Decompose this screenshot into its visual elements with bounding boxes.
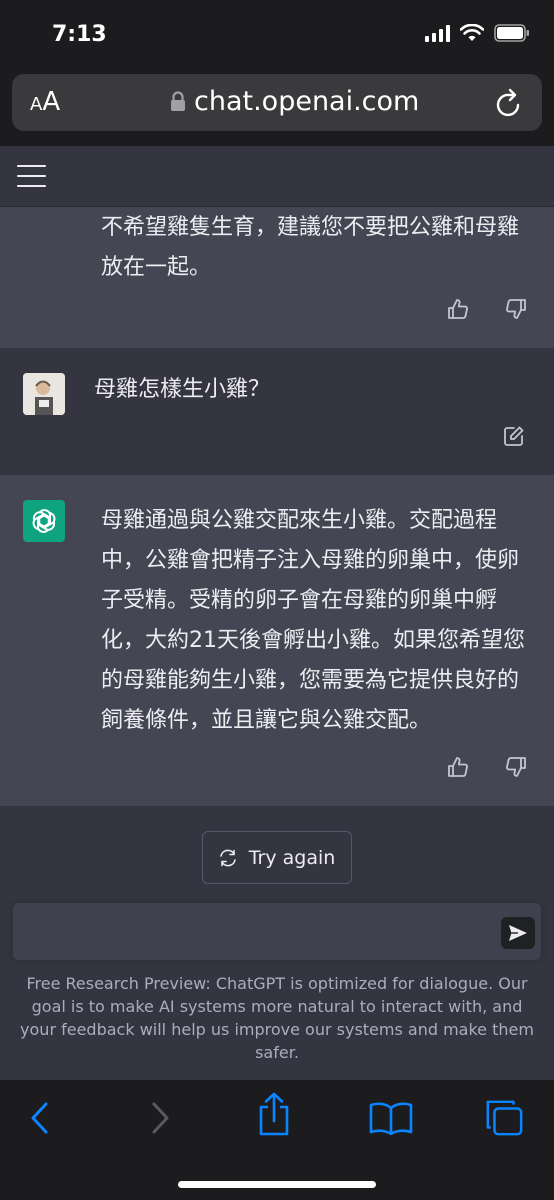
- url-display[interactable]: chat.openai.com: [170, 86, 419, 117]
- address-bar[interactable]: AA chat.openai.com: [12, 74, 542, 131]
- forward-icon: [152, 1102, 169, 1134]
- send-button[interactable]: [501, 917, 535, 949]
- assistant-message: 母雞通過與公雞交配來生小雞。交配過程中，公雞會把精子注入母雞的卵巢中，使卵子受精…: [0, 475, 554, 806]
- tabs-button[interactable]: [484, 1098, 524, 1138]
- feedback-buttons: [446, 755, 528, 779]
- tabs-icon: [486, 1100, 523, 1136]
- reader-options-button[interactable]: AA: [30, 87, 60, 117]
- home-indicator: [178, 1181, 376, 1188]
- message-text: 母雞通過與公雞交配來生小雞。交配過程中，公雞會把精子注入母雞的卵巢中，使卵子受精…: [101, 508, 525, 733]
- assistant-message-previous: 不希望雞隻生育，建議您不要把公雞和母雞放在一起。: [0, 207, 554, 348]
- cellular-signal-icon: [425, 24, 450, 42]
- menu-icon[interactable]: [17, 165, 46, 187]
- refresh-icon: [219, 849, 236, 866]
- thumbs-up-icon[interactable]: [446, 297, 470, 321]
- user-avatar: [23, 373, 65, 415]
- thumbs-down-icon[interactable]: [504, 755, 528, 779]
- message-input[interactable]: [25, 917, 495, 945]
- back-button[interactable]: [20, 1098, 60, 1138]
- lock-icon: [171, 91, 185, 111]
- send-icon: [509, 925, 527, 941]
- reload-icon[interactable]: [494, 87, 524, 119]
- disclaimer-text: Free Research Preview: ChatGPT is optimi…: [20, 974, 534, 1062]
- status-time: 7:13: [52, 22, 107, 47]
- try-again-label: Try again: [248, 846, 336, 869]
- try-again-button[interactable]: Try again: [202, 831, 352, 884]
- status-icons: [425, 24, 530, 42]
- message-composer: [13, 903, 541, 960]
- message-text: 不希望雞隻生育，建議您不要把公雞和母雞放在一起。: [101, 215, 520, 280]
- back-icon: [31, 1102, 48, 1134]
- share-icon: [259, 1092, 289, 1136]
- bookmarks-icon: [369, 1102, 413, 1135]
- thumbs-down-icon[interactable]: [504, 297, 528, 321]
- share-button[interactable]: [254, 1092, 294, 1136]
- chatgpt-logo-icon: [23, 500, 65, 542]
- edit-icon[interactable]: [503, 425, 525, 447]
- thumbs-up-icon[interactable]: [446, 755, 470, 779]
- user-message: 母雞怎樣生小雞？: [0, 348, 554, 475]
- battery-icon: [494, 24, 529, 42]
- url-text: chat.openai.com: [194, 86, 420, 117]
- bookmarks-button[interactable]: [368, 1098, 414, 1138]
- forward-button[interactable]: [140, 1098, 180, 1138]
- message-text: 母雞怎樣生小雞？: [94, 377, 271, 402]
- wifi-icon: [460, 24, 484, 41]
- app-header: [0, 146, 554, 207]
- browser-top-chrome: 7:13 AA chat.openai.com: [0, 0, 554, 146]
- feedback-buttons: [446, 297, 528, 321]
